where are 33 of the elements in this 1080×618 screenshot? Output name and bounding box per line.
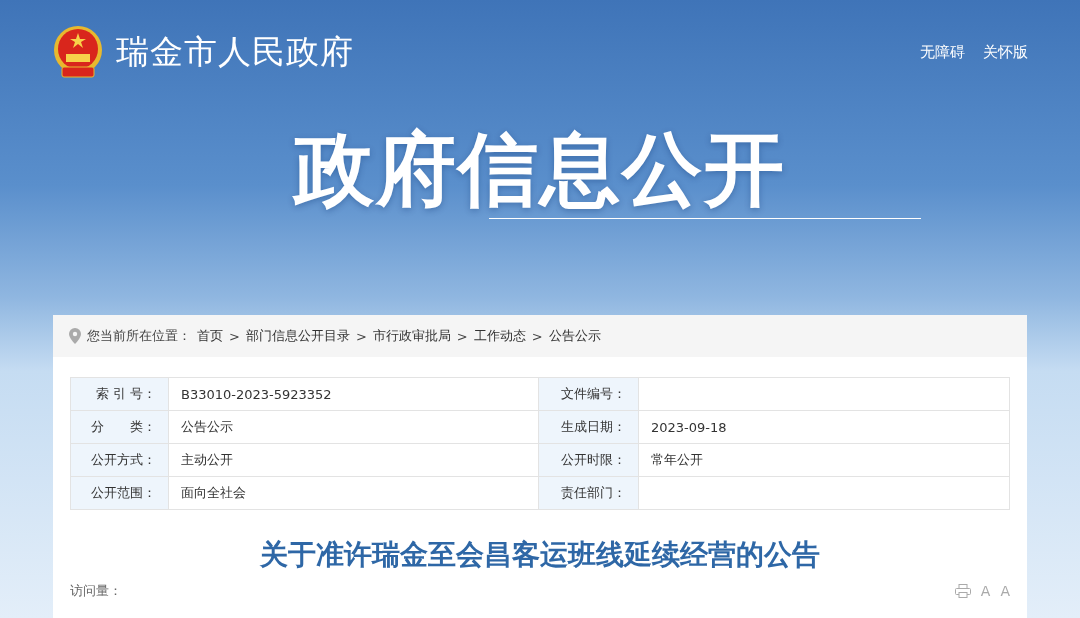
printer-icon [954, 584, 971, 598]
header-link[interactable]: 关怀版 [983, 42, 1028, 62]
breadcrumb-separator: > [531, 328, 543, 344]
table-cell: 文件编号： [539, 378, 639, 411]
national-emblem-icon [52, 25, 104, 79]
table-cell: 公开范围： [71, 477, 169, 510]
table-cell: 2023-09-18 [639, 411, 1010, 444]
table-cell: 责任部门： [539, 477, 639, 510]
header-link[interactable]: 无障碍 [920, 42, 965, 62]
table-cell: 索 引 号： [71, 378, 169, 411]
table-cell: 面向全社会 [169, 477, 539, 510]
article-title: 关于准许瑞金至会昌客运班线延续经营的公告 [259, 537, 821, 573]
table-cell: 分 类： [71, 411, 169, 444]
table-cell: B33010-2023-5923352 [169, 378, 539, 411]
table-cell: 公开方式： [71, 444, 169, 477]
breadcrumb-link[interactable]: 市行政审批局 [372, 327, 451, 345]
table-cell: 生成日期： [539, 411, 639, 444]
breadcrumb-separator: > [355, 328, 367, 344]
site-name: 瑞金市人民政府 [116, 30, 354, 73]
breadcrumb-link[interactable]: 部门信息公开目录 [245, 327, 350, 345]
location-pin-icon [69, 328, 81, 344]
breadcrumb-link[interactable]: 工作动态 [473, 327, 526, 345]
views-label: 访问量： [70, 582, 122, 600]
breadcrumb-separator: > [229, 328, 240, 344]
table-cell: 主动公开 [169, 444, 539, 477]
table-cell: 公告公示 [169, 411, 539, 444]
breadcrumb-link[interactable]: 首页 [197, 327, 223, 345]
breadcrumb-label: 您当前所在位置： [87, 327, 191, 345]
breadcrumb-separator: > [456, 328, 468, 344]
table-cell: 常年公开 [639, 444, 1010, 477]
breadcrumb-link[interactable]: 公告公示 [548, 327, 601, 345]
banner-title: 政府信息公开 [294, 122, 786, 218]
table-cell: 公开时限： [539, 444, 639, 477]
